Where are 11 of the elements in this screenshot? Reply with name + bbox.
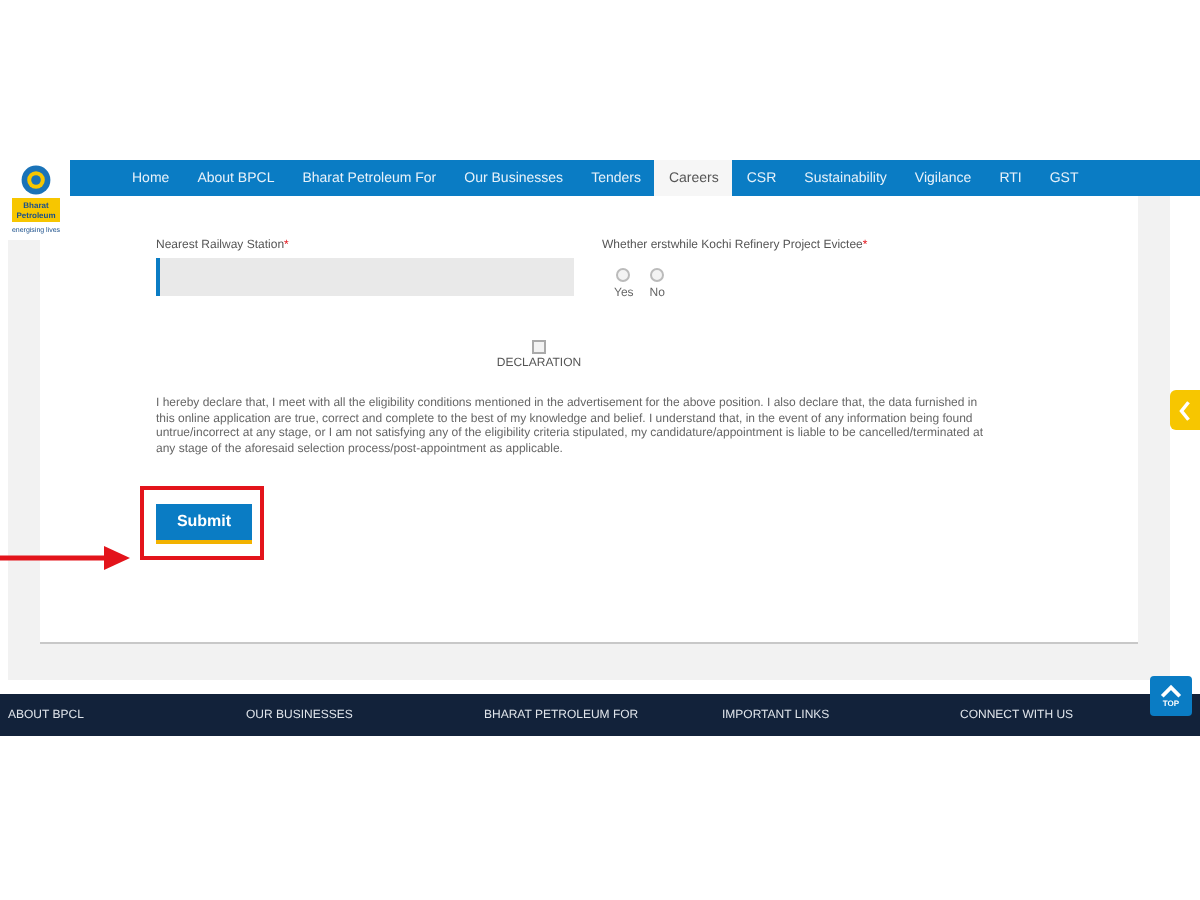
logo-emblem-icon xyxy=(20,164,52,196)
arrow-icon xyxy=(0,544,132,572)
chevron-left-icon xyxy=(1178,399,1192,421)
side-tab[interactable] xyxy=(1170,390,1200,430)
submit-button[interactable]: Submit xyxy=(156,503,252,544)
checkbox[interactable] xyxy=(532,340,546,354)
input-field[interactable] xyxy=(156,258,574,296)
chevron-up-icon xyxy=(1160,684,1182,698)
radio-button[interactable] xyxy=(650,268,665,282)
highlight-box xyxy=(140,486,264,561)
radio-button[interactable] xyxy=(616,268,631,282)
